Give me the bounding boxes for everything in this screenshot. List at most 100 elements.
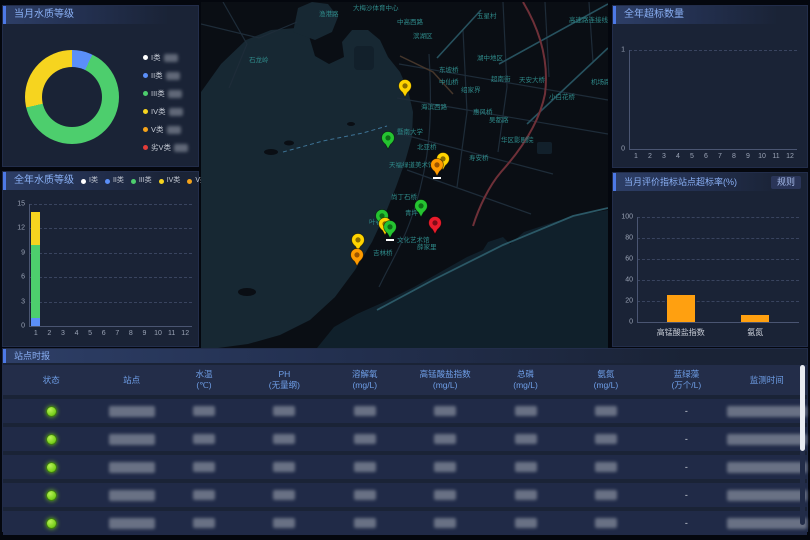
stacked-bar-segment[interactable] xyxy=(31,212,40,245)
table-cell xyxy=(405,490,485,500)
x-axis-tick-label: 9 xyxy=(143,330,147,337)
gridline xyxy=(629,50,797,51)
legend-label: IV类 xyxy=(151,106,166,117)
metric-value-redacted xyxy=(193,462,215,472)
x-axis-tick-label: 6 xyxy=(704,153,708,160)
x-axis-tick-label: 7 xyxy=(115,330,119,337)
legend-label: II类 xyxy=(113,172,124,190)
table-cell: - xyxy=(646,518,726,528)
legend-item[interactable]: II类 xyxy=(143,70,188,81)
rate-bar[interactable] xyxy=(667,295,695,322)
map-place-label: 绍家界 xyxy=(461,85,481,94)
table-cell xyxy=(99,518,163,529)
table-cell: - xyxy=(646,462,726,472)
legend-item[interactable]: II类 xyxy=(105,172,124,190)
table-cell xyxy=(99,490,163,501)
metric-value-redacted xyxy=(273,490,295,500)
pin-center-dot xyxy=(387,224,392,229)
y-axis-tick-label: 3 xyxy=(3,298,25,305)
rules-button[interactable]: 规则 xyxy=(771,176,801,189)
metric-value-redacted xyxy=(515,406,537,416)
algae-value: - xyxy=(685,518,688,528)
table-cell xyxy=(727,462,807,473)
metric-value-redacted xyxy=(595,434,617,444)
gridline xyxy=(29,204,192,205)
legend-value-redacted xyxy=(167,126,181,134)
metric-value-redacted xyxy=(515,434,537,444)
legend-item[interactable]: III类 xyxy=(131,172,152,190)
scrollbar-thumb[interactable] xyxy=(800,365,805,451)
x-axis-tick-label: 12 xyxy=(786,153,794,160)
metric-value-redacted xyxy=(273,406,295,416)
table-cell: - xyxy=(646,406,726,416)
x-axis-tick-label: 3 xyxy=(662,153,666,160)
map-place-label: 文化艺术馆 xyxy=(397,235,430,244)
legend-dot-icon xyxy=(143,91,148,96)
legend-item[interactable]: III类 xyxy=(143,88,188,99)
table-body: - - - - - xyxy=(3,399,807,535)
legend-item[interactable]: 劣V类 xyxy=(143,142,188,153)
x-axis-tick-label: 12 xyxy=(181,330,189,337)
panel-month-rate: 当月评价指标站点超标率(%) 规则 020406080100高锰酸盐指数氨氮 xyxy=(612,172,808,347)
rate-bar[interactable] xyxy=(741,315,769,322)
table-cell xyxy=(3,406,99,417)
x-axis-tick-label: 2 xyxy=(47,330,51,337)
legend-label: I类 xyxy=(151,52,161,63)
legend-item[interactable]: I类 xyxy=(143,52,188,63)
column-header-8: 氨氮(mg/L) xyxy=(566,369,646,390)
dashboard: 当月水质等级 I类II类III类IV类V类劣V类 全年水质等级 I类II类III… xyxy=(0,0,810,540)
gridline xyxy=(29,302,192,303)
status-dot-green xyxy=(46,406,57,417)
y-axis-line xyxy=(29,204,30,326)
column-label: 监测时间 xyxy=(727,375,807,386)
table-row[interactable]: - xyxy=(3,399,807,423)
column-unit: (万个/L) xyxy=(646,380,726,391)
table-cell xyxy=(3,462,99,473)
panel-month-rate-title: 当月评价指标站点超标率(%) 规则 xyxy=(613,173,807,191)
legend-value-redacted xyxy=(168,90,182,98)
stacked-bar-segment[interactable] xyxy=(31,318,40,326)
table-row[interactable]: - xyxy=(3,455,807,479)
gridline xyxy=(29,253,192,254)
table-row[interactable]: - xyxy=(3,427,807,451)
pin-selection-mark xyxy=(433,177,441,179)
map-place-label: 滨湖区 xyxy=(413,31,433,40)
legend-value-redacted xyxy=(164,54,178,62)
pin-center-dot xyxy=(418,203,423,208)
pin-center-dot xyxy=(354,252,359,257)
table-cell: - xyxy=(646,434,726,444)
table-row[interactable]: - xyxy=(3,511,807,535)
map-place-label: 吴都路 xyxy=(489,115,509,124)
map-place-label: 机场路 xyxy=(591,77,608,86)
column-header-4: PH(无量纲) xyxy=(244,369,324,390)
column-label: 水温 xyxy=(164,369,244,380)
table-row[interactable]: - xyxy=(3,483,807,507)
pin-center-dot xyxy=(402,83,407,88)
metric-value-redacted xyxy=(515,518,537,528)
gridline xyxy=(29,228,192,229)
legend-label: V类 xyxy=(151,124,164,135)
x-axis-tick-label: 4 xyxy=(75,330,79,337)
legend-value-redacted xyxy=(169,108,183,116)
station-map[interactable]: 石龙岭渔港路大梅沙体育中心中高西路滨湖区五星村湖中地区东坡桥中仙桥绍家界超南街天… xyxy=(201,2,608,348)
x-axis-tick-label: 2 xyxy=(648,153,652,160)
y-axis-tick-label: 80 xyxy=(613,235,633,242)
x-axis-tick-label: 7 xyxy=(718,153,722,160)
gridline xyxy=(637,280,799,281)
legend-item[interactable]: I类 xyxy=(81,172,98,190)
gridline xyxy=(29,277,192,278)
map-place-label: 尚丁石桥 xyxy=(391,192,418,201)
legend-dot-icon xyxy=(131,179,136,184)
metric-value-redacted xyxy=(193,434,215,444)
y-axis-tick-label: 60 xyxy=(613,256,633,263)
column-header-3: 水温(℃) xyxy=(164,369,244,390)
table-scrollbar[interactable] xyxy=(800,365,805,525)
legend-dot-icon xyxy=(105,179,110,184)
legend-item[interactable]: V类 xyxy=(143,124,188,135)
legend-item[interactable]: IV类 xyxy=(143,106,188,117)
x-axis-tick-label: 1 xyxy=(634,153,638,160)
stacked-bar-segment[interactable] xyxy=(31,245,40,318)
legend-item[interactable]: IV类 xyxy=(159,172,181,190)
algae-value: - xyxy=(685,434,688,444)
x-axis-line xyxy=(637,322,799,323)
